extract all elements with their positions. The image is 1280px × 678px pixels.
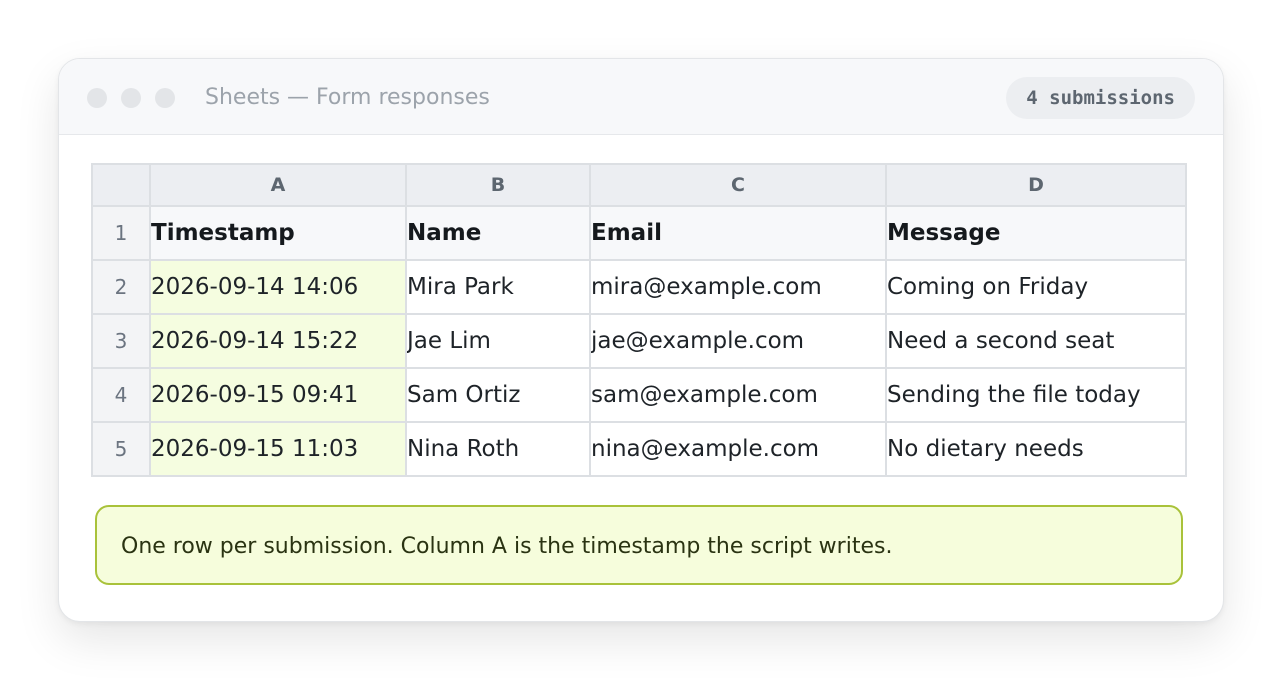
name-cell[interactable]: Mira Park bbox=[405, 259, 591, 315]
table-row: 2 2026-09-14 14:06 Mira Park mira@exampl… bbox=[91, 259, 1187, 315]
row-number[interactable]: 3 bbox=[91, 313, 151, 369]
timestamp-cell[interactable]: 2026-09-14 14:06 bbox=[149, 259, 407, 315]
column-header-b[interactable]: B bbox=[405, 163, 591, 207]
row-number[interactable]: 4 bbox=[91, 367, 151, 423]
message-cell[interactable]: No dietary needs bbox=[885, 421, 1187, 477]
row-number[interactable]: 1 bbox=[91, 205, 151, 261]
column-header-d[interactable]: D bbox=[885, 163, 1187, 207]
timestamp-cell[interactable]: 2026-09-15 09:41 bbox=[149, 367, 407, 423]
name-cell[interactable]: Jae Lim bbox=[405, 313, 591, 369]
column-header-a[interactable]: A bbox=[149, 163, 407, 207]
table-row: 3 2026-09-14 15:22 Jae Lim jae@example.c… bbox=[91, 313, 1187, 369]
header-cell-message[interactable]: Message bbox=[885, 205, 1187, 261]
email-cell[interactable]: jae@example.com bbox=[589, 313, 887, 369]
row-number[interactable]: 2 bbox=[91, 259, 151, 315]
message-cell[interactable]: Sending the file today bbox=[885, 367, 1187, 423]
email-cell[interactable]: mira@example.com bbox=[589, 259, 887, 315]
table-row: 4 2026-09-15 09:41 Sam Ortiz sam@example… bbox=[91, 367, 1187, 423]
window-zoom-dot[interactable] bbox=[155, 88, 175, 108]
timestamp-cell[interactable]: 2026-09-14 15:22 bbox=[149, 313, 407, 369]
submissions-badge: 4 submissions bbox=[1006, 77, 1195, 119]
table-row: 1 Timestamp Name Email Message bbox=[91, 205, 1187, 261]
message-cell[interactable]: Need a second seat bbox=[885, 313, 1187, 369]
email-cell[interactable]: nina@example.com bbox=[589, 421, 887, 477]
spreadsheet-grid: A B C D 1 Timestamp Name Email Message 2… bbox=[91, 163, 1187, 477]
message-cell[interactable]: Coming on Friday bbox=[885, 259, 1187, 315]
header-cell-name[interactable]: Name bbox=[405, 205, 591, 261]
name-cell[interactable]: Nina Roth bbox=[405, 421, 591, 477]
column-header-c[interactable]: C bbox=[589, 163, 887, 207]
select-all-corner[interactable] bbox=[91, 163, 151, 207]
timestamp-cell[interactable]: 2026-09-15 11:03 bbox=[149, 421, 407, 477]
info-note: One row per submission. Column A is the … bbox=[95, 505, 1183, 585]
window-minimize-dot[interactable] bbox=[121, 88, 141, 108]
window-close-dot[interactable] bbox=[87, 88, 107, 108]
app-window: Sheets — Form responses 4 submissions A … bbox=[58, 58, 1224, 622]
header-cell-timestamp[interactable]: Timestamp bbox=[149, 205, 407, 261]
row-number[interactable]: 5 bbox=[91, 421, 151, 477]
name-cell[interactable]: Sam Ortiz bbox=[405, 367, 591, 423]
table-row: 5 2026-09-15 11:03 Nina Roth nina@exampl… bbox=[91, 421, 1187, 477]
window-title: Sheets — Form responses bbox=[205, 85, 490, 110]
title-bar: Sheets — Form responses 4 submissions bbox=[59, 59, 1223, 135]
header-cell-email[interactable]: Email bbox=[589, 205, 887, 261]
email-cell[interactable]: sam@example.com bbox=[589, 367, 887, 423]
